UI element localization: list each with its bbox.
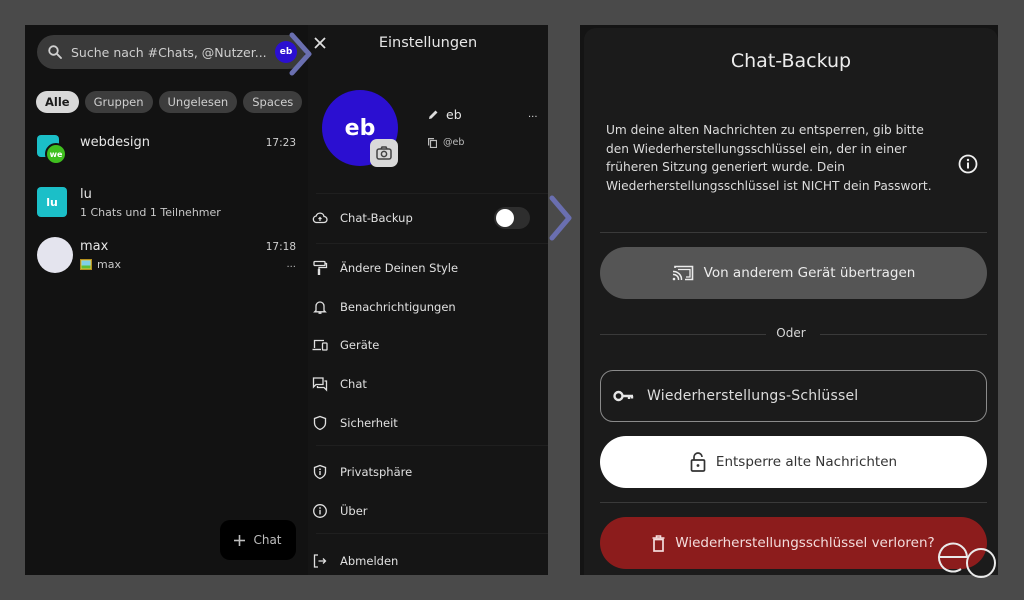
settings-title: Einstellungen — [378, 35, 478, 51]
chat-avatar — [37, 237, 73, 273]
settings-item-chat-backup[interactable]: Chat-Backup — [308, 203, 548, 233]
chat-list-item[interactable]: we webdesign 17:23 — [25, 133, 308, 183]
divider — [316, 533, 548, 534]
chat-avatar: we — [45, 143, 67, 165]
settings-item-security[interactable]: Sicherheit — [308, 408, 548, 438]
settings-item-label: Über — [340, 504, 368, 518]
plus-icon — [234, 534, 246, 546]
divider — [820, 334, 987, 335]
chat-name: lu — [80, 187, 92, 202]
user-id-text: @eb — [443, 137, 465, 148]
key-icon — [613, 390, 634, 402]
settings-item-devices[interactable]: Geräte — [308, 330, 548, 360]
chat-name: webdesign — [80, 135, 151, 150]
settings-item-label: Ändere Deinen Style — [340, 261, 459, 275]
watermark-logo — [938, 542, 996, 578]
new-chat-button[interactable]: Chat — [220, 520, 296, 560]
chat-time: 17:23 — [265, 137, 296, 149]
filter-chip-ungelesen[interactable]: Ungelesen — [158, 91, 238, 113]
copy-icon — [428, 137, 437, 148]
or-label: Oder — [776, 326, 806, 340]
divider — [316, 445, 548, 446]
chat-subtitle-text: 1 Chats und 1 Teilnehmer — [80, 206, 221, 219]
unlock-label: Entsperre alte Nachrichten — [715, 454, 898, 470]
settings-item-privacy[interactable]: Privatsphäre — [308, 457, 548, 487]
divider — [316, 193, 548, 194]
profile-display-name[interactable]: eb — [428, 107, 462, 122]
transfer-label: Von anderem Gerät übertragen — [703, 265, 916, 281]
divider — [316, 243, 548, 244]
settings-item-label: Privatsphäre — [340, 465, 413, 479]
new-chat-label: Chat — [253, 533, 282, 547]
settings-item-label: Chat — [340, 377, 367, 391]
chat-more-indicator: ... — [286, 259, 296, 270]
chat-avatar: lu — [37, 187, 67, 217]
camera-icon — [376, 146, 392, 160]
chat-time: 17:18 — [265, 241, 296, 253]
chat-list-pane: Suche nach #Chats, @Nutzer... eb Alle Gr… — [25, 25, 308, 575]
chat-list-item[interactable]: lu lu 1 Chats und 1 Teilnehmer — [25, 185, 308, 235]
info-icon[interactable] — [957, 153, 979, 175]
divider — [600, 502, 987, 503]
chat-backup-toggle[interactable] — [494, 207, 530, 229]
pencil-icon — [429, 110, 438, 119]
dialog-description: Um deine alten Nachrichten zu entsperren… — [606, 123, 932, 193]
info-icon — [313, 504, 327, 518]
settings-item-label: Abmelden — [340, 554, 399, 568]
privacy-shield-icon — [313, 464, 327, 480]
settings-item-chat[interactable]: Chat — [308, 369, 548, 399]
settings-item-label: Sicherheit — [340, 416, 398, 430]
settings-pane: Einstellungen eb eb @eb ... Chat-Backup … — [308, 25, 548, 575]
settings-item-label: Benachrichtigungen — [340, 300, 456, 314]
recovery-key-placeholder: Wiederherstellungs-Schlüssel — [647, 388, 859, 404]
settings-item-label: Chat-Backup — [340, 211, 413, 225]
recovery-key-input[interactable]: Wiederherstellungs-Schlüssel — [600, 370, 987, 422]
settings-item-style[interactable]: Ändere Deinen Style — [308, 253, 548, 283]
transfer-from-device-button[interactable]: Von anderem Gerät übertragen — [600, 247, 987, 299]
lock-open-icon — [690, 452, 706, 472]
settings-item-label: Geräte — [340, 338, 380, 352]
search-placeholder: Suche nach #Chats, @Nutzer... — [71, 44, 267, 60]
trash-icon — [652, 534, 665, 552]
chat-subtitle: max — [80, 258, 121, 271]
lost-recovery-key-button[interactable]: Wiederherstellungsschlüssel verloren? — [600, 517, 987, 569]
devices-icon — [312, 339, 328, 351]
logout-icon — [313, 554, 327, 568]
filter-chips: Alle Gruppen Ungelesen Spaces — [36, 91, 303, 113]
search-bar[interactable]: Suche nach #Chats, @Nutzer... eb — [37, 35, 305, 69]
paint-roller-icon — [313, 260, 328, 275]
left-panel: Suche nach #Chats, @Nutzer... eb Alle Gr… — [25, 25, 548, 575]
cloud-upload-icon — [312, 212, 328, 224]
display-name-text: eb — [446, 107, 462, 122]
lost-key-label: Wiederherstellungsschlüssel verloren? — [675, 535, 935, 551]
chat-backup-dialog: Chat-Backup Um deine alten Nachrichten z… — [584, 28, 998, 575]
image-icon — [80, 259, 92, 270]
chat-list-item[interactable]: max max 17:18 ... — [25, 237, 308, 287]
toggle-knob — [496, 209, 514, 227]
shield-icon — [313, 415, 327, 431]
chat-name: max — [80, 239, 109, 254]
unlock-messages-button[interactable]: Entsperre alte Nachrichten — [600, 436, 987, 488]
filter-chip-gruppen[interactable]: Gruppen — [84, 91, 153, 113]
chat-bubbles-icon — [312, 377, 328, 392]
search-icon — [48, 45, 62, 59]
chat-subtitle: 1 Chats und 1 Teilnehmer — [80, 206, 221, 219]
divider — [600, 232, 987, 233]
cast-icon — [672, 265, 693, 281]
filter-chip-spaces[interactable]: Spaces — [243, 91, 303, 113]
change-avatar-button[interactable] — [370, 139, 398, 167]
chevron-right-icon — [289, 32, 312, 76]
bell-icon — [313, 301, 327, 314]
chevron-right-icon — [549, 195, 572, 241]
profile-user-id[interactable]: @eb — [428, 137, 464, 148]
chat-subtitle-text: max — [97, 258, 121, 271]
settings-item-logout[interactable]: Abmelden — [308, 546, 548, 575]
dialog-title: Chat-Backup — [730, 50, 852, 72]
chat-backup-panel: Chat-Backup Um deine alten Nachrichten z… — [580, 25, 998, 575]
settings-item-notifications[interactable]: Benachrichtigungen — [308, 292, 548, 322]
settings-item-about[interactable]: Über — [308, 496, 548, 526]
profile-more-button[interactable]: ... — [528, 109, 538, 120]
filter-chip-alle[interactable]: Alle — [36, 91, 79, 113]
